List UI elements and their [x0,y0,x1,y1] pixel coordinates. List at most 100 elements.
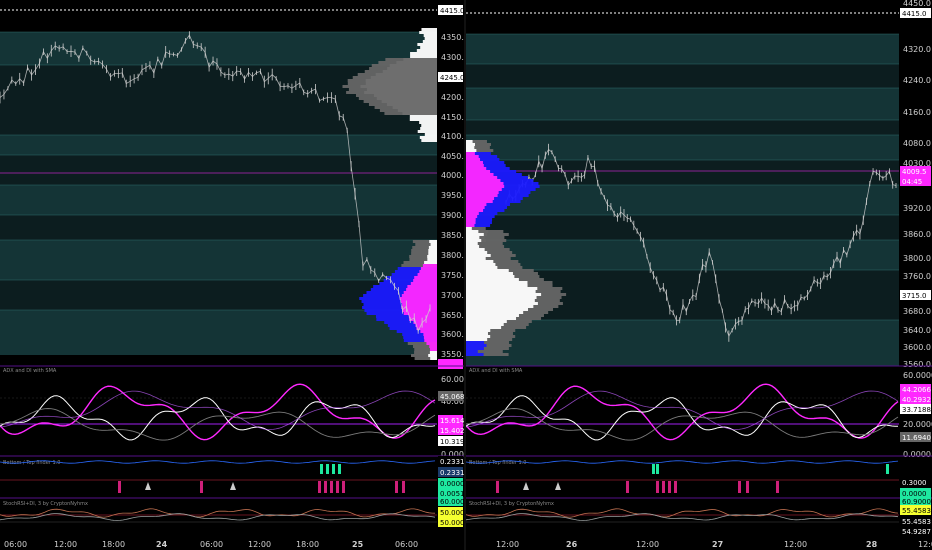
right-chart-canvas[interactable]: 4450.04320.04240.04160.04080.04030.03920… [466,0,932,550]
osc-value-label: 15.4029 [440,427,464,435]
volume-profile-bar [428,246,437,249]
finder-value-label: 0.0000 [440,480,464,488]
osc-value-label: 44.2066 [902,386,931,394]
volume-profile-bar [466,251,488,254]
price-axis-label: 3560.0 [903,360,931,369]
price-axis-label: 3800.0 [903,254,931,263]
price-band [0,215,437,240]
volume-profile-bar [466,167,487,170]
pink-signal-bar [200,481,203,493]
volume-profile-bar [423,34,437,37]
third-value-label: 60.9000 [902,498,931,506]
osc-axis-label: 0.0000 [903,450,931,459]
volume-profile-bar [466,209,484,212]
pink-signal-bar [402,481,405,493]
volume-profile-bar [466,269,509,272]
volume-profile-bar [363,100,437,103]
volume-profile-bar [407,285,437,288]
price-axis-label: 3950.0 [441,191,464,200]
price-tag-label: 4245.0 [440,74,464,82]
finder-value-label: 0.2331 [440,469,464,477]
volume-profile-bar [466,239,482,242]
volume-profile-bar [408,315,437,318]
right-chart-pane[interactable]: 4450.0 4320.0 4240.0 4160.0 4080.0 4030.0 3920… [466,0,932,550]
volume-profile-bar [466,176,498,179]
price-band [0,32,437,65]
volume-profile-bar [466,233,484,236]
volume-profile-bar [402,303,437,306]
volume-profile-bar [342,85,437,88]
volume-profile-bar [466,341,485,344]
osc-value-label: 11.6940 [902,434,931,442]
volume-profile-bar [419,121,437,124]
osc-axis-label: 60.0000 [441,375,464,384]
volume-profile-bar [466,149,477,152]
volume-profile-bar [423,333,437,336]
price-tag-label: 3715.0 [902,292,927,300]
green-signal-bar [338,464,341,474]
third-value-label: 50.0000 [440,519,464,527]
volume-profile-bar [466,191,499,194]
price-axis-label: 4100.0 [441,132,464,141]
osc-value-label: 33.7188 [902,406,931,414]
pink-signal-bar [118,481,121,493]
volume-profile-bar [419,270,437,273]
pink-signal-bar [656,481,659,493]
volume-profile-bar [416,49,437,52]
time-axis-bg [466,538,932,550]
left-chart-pane[interactable]: 4350.04300.04250.04200.04150.04100.04050… [0,0,464,550]
volume-profile-bar [466,317,517,320]
volume-profile-bar [466,218,476,221]
volume-profile-bar [428,249,437,252]
green-signal-bar [652,464,655,474]
volume-profile-bar [369,67,437,70]
pink-signal-bar [342,481,345,493]
time-axis-label: 28 [866,540,878,549]
time-axis-label: 12:00 [248,540,271,549]
time-axis-label: 26 [566,540,578,549]
pink-signal-bar [324,481,327,493]
third-series-a [466,508,899,518]
volume-profile-bar [466,308,529,311]
price-tag-label: 4009.5 [902,168,927,176]
volume-profile-bar [427,255,437,258]
left-chart-canvas[interactable]: 4350.04300.04250.04200.04150.04100.04050… [0,0,464,550]
price-band [466,320,899,366]
finder-series [0,460,436,464]
volume-profile-bar [466,311,524,314]
volume-profile-bar [409,115,437,118]
volume-profile-bar [429,240,437,243]
volume-profile-bar [428,354,437,357]
volume-profile-bar [421,139,437,142]
volume-profile-bar [419,31,437,34]
third-indicator-title: StochRSI+DI, 3 by CryptonNyhmx [3,501,88,507]
price-axis-label: 4450.0 [903,0,931,8]
third-value-label: 55.4583 [902,507,931,515]
volume-profile-bar [421,28,437,31]
volume-profile-bar [355,94,437,97]
third-indicator-title: StochRSI+DI, 3 by CryptonNyhmx [469,501,554,507]
triangle-marker [145,482,151,490]
time-axis-label: 12:00 [54,540,77,549]
volume-profile-bar [417,43,437,46]
osc-axis-label: 60.0000 [903,371,932,380]
time-axis-label: 06:00 [200,540,223,549]
price-axis-label: 3920.0 [903,204,931,213]
volume-profile-bar [410,52,437,55]
price-band [0,185,437,215]
osc-indicator-title: ADX and DI with SMA [469,368,523,374]
volume-profile-bar [347,79,437,82]
volume-profile-bar [428,252,437,255]
green-signal-bar [656,464,659,474]
triangle-marker [523,482,529,490]
price-band [466,120,899,135]
volume-profile-bar [466,227,472,230]
volume-profile-bar [417,130,437,133]
volume-profile-bar [466,206,485,209]
third-value-label: 60.0000 [440,498,464,506]
finder-series [466,460,899,464]
time-axis-label: 12:00 [496,540,519,549]
osc-axis-label: 20.0000 [903,420,932,429]
volume-profile-bar [419,136,437,139]
volume-profile-bar [466,266,498,269]
